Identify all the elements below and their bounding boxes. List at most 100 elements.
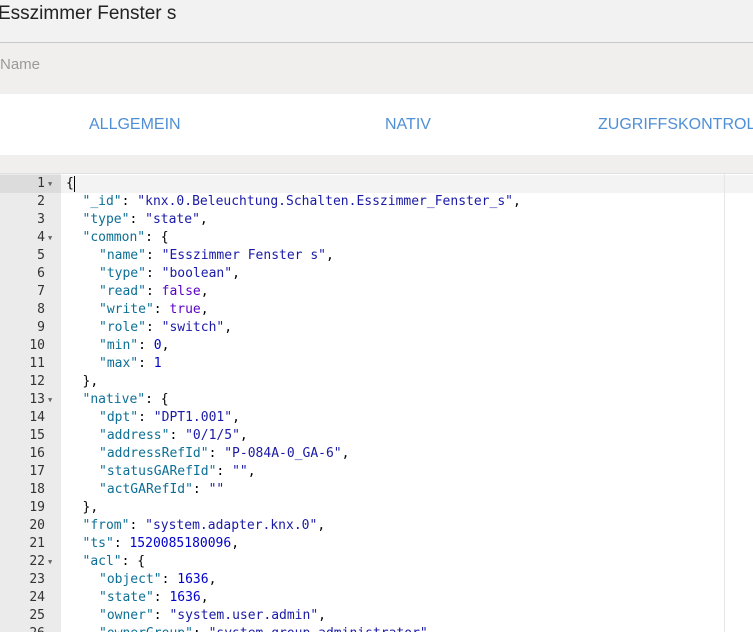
code-text: "addressRefId": "P-084A-0_GA-6", [99, 445, 349, 463]
code-line[interactable]: 22 ▼ "acl": { [0, 553, 753, 571]
code-line[interactable]: 18 "actGARefId": "" [0, 481, 753, 499]
code-token: : [145, 248, 162, 263]
code-token: , [512, 194, 521, 209]
code-token: : { [145, 230, 169, 245]
code-line[interactable]: 12}, [0, 373, 753, 391]
json-code-editor[interactable]: 1 ▼{2 "_id": "knx.0.Beleuchtung.Schalten.E… [0, 173, 753, 632]
code-token: "_id" [82, 194, 122, 209]
code-line[interactable]: 3 "type": "state", [0, 211, 753, 229]
line-number: 11 [29, 356, 45, 371]
tab-zugriffskontrolle[interactable]: ZUGRIFFSKONTROLLE [598, 116, 753, 134]
code-text: { [66, 175, 74, 193]
code-token: }, [82, 500, 99, 515]
code-token: "boolean" [161, 266, 233, 281]
code-line[interactable]: 13 ▼ "native": { [0, 391, 753, 409]
code-token: : [145, 266, 162, 281]
line-number: 5 [37, 248, 45, 263]
code-token: : { [121, 554, 146, 569]
code-line[interactable]: 10 "min": 0, [0, 337, 753, 355]
code-line[interactable]: 20 "from": "system.adapter.knx.0", [0, 517, 753, 535]
code-token: }, [82, 374, 99, 389]
code-token: : { [145, 392, 169, 407]
code-token: "switch" [161, 320, 225, 335]
code-text: "owner": "system.user.admin", [99, 607, 326, 625]
code-text: "min": 0, [99, 337, 169, 355]
text-cursor [74, 176, 75, 192]
line-number: 15 [29, 428, 45, 443]
line-number: 23 [29, 572, 45, 587]
line-number: 18 [29, 482, 45, 497]
code-line[interactable]: 17 "statusGARefId": "", [0, 463, 753, 481]
code-token: , [200, 590, 209, 605]
fold-toggle-icon[interactable]: ▼ [48, 229, 52, 247]
fold-toggle-icon[interactable]: ▼ [48, 391, 52, 409]
code-token: "acl" [82, 554, 122, 569]
line-number: 10 [29, 338, 45, 353]
line-number: 9 [37, 320, 45, 335]
code-line[interactable]: 5 "name": "Esszimmer Fenster s", [0, 247, 753, 265]
code-token: "min" [99, 338, 139, 353]
code-token: , [199, 212, 208, 227]
code-line[interactable]: 2 "_id": "knx.0.Beleuchtung.Schalten.Essz… [0, 193, 753, 211]
code-text: "from": "system.adapter.knx.0", [83, 517, 326, 535]
code-text: "role": "switch", [99, 319, 232, 337]
code-token: "addressRefId" [99, 446, 209, 461]
code-line[interactable]: 14 "dpt": "DPT1.001", [0, 409, 753, 427]
code-line[interactable]: 21 "ts": 1520085180096, [0, 535, 753, 553]
line-number: 22 [29, 554, 45, 569]
code-token: "P-084A-0_GA-6" [224, 446, 342, 461]
code-text: "ts": 1520085180096, [83, 535, 240, 553]
code-token: , [200, 284, 209, 299]
line-number: 7 [37, 284, 45, 299]
code-token: , [318, 608, 326, 623]
code-text: "type": "boolean", [99, 265, 240, 283]
code-line[interactable]: 16 "addressRefId": "P-084A-0_GA-6", [0, 445, 753, 463]
code-line[interactable]: 15 "address": "0/1/5", [0, 427, 753, 445]
code-token: "from" [82, 518, 130, 533]
code-token: "system.group.administrator" [209, 626, 428, 632]
code-line[interactable]: 6 "type": "boolean", [0, 265, 753, 283]
code-token: 1636 [169, 590, 201, 605]
code-token: "dpt" [99, 410, 139, 425]
code-token: : [129, 212, 146, 227]
code-token: , [231, 536, 240, 551]
code-line[interactable]: 7 "read": false, [0, 283, 753, 301]
code-lines: 1 ▼{2 "_id": "knx.0.Beleuchtung.Schalten.E… [0, 175, 753, 632]
code-line[interactable]: 11 "max": 1 [0, 355, 753, 373]
code-text: "address": "0/1/5", [99, 427, 248, 445]
line-number: 20 [29, 518, 45, 533]
code-line[interactable]: 24 "state": 1636, [0, 589, 753, 607]
tab-nativ[interactable]: NATIV [385, 116, 431, 134]
code-token: : [113, 536, 130, 551]
code-token: : [153, 590, 170, 605]
line-number: 4 [37, 230, 45, 245]
fold-toggle-icon[interactable]: ▼ [48, 175, 52, 193]
code-token: , [317, 518, 326, 533]
line-number: 17 [29, 464, 45, 479]
name-field-row[interactable]: Name [0, 43, 753, 93]
code-token: , [326, 248, 334, 263]
code-token: "object" [99, 572, 162, 587]
code-line[interactable]: 1 ▼ { [0, 175, 753, 193]
code-line[interactable]: 4 ▼ "common": { [0, 229, 753, 247]
code-text: "type": "state", [83, 211, 208, 229]
code-token: "type" [99, 266, 146, 281]
line-number: 8 [37, 302, 45, 317]
code-line[interactable]: 25 "owner": "system.user.admin", [0, 607, 753, 625]
code-line[interactable]: 8 "write": true, [0, 301, 753, 319]
tabs-bar: ALLGEMEIN NATIV ZUGRIFFSKONTROLLE [0, 94, 753, 155]
code-line[interactable]: 9 "role": "switch", [0, 319, 753, 337]
fold-toggle-icon[interactable]: ▼ [48, 553, 52, 571]
code-token: : [169, 428, 186, 443]
line-number: 6 [37, 266, 45, 281]
line-number: 3 [37, 212, 45, 227]
code-token: , [232, 410, 240, 425]
line-number: 25 [29, 608, 45, 623]
code-token: , [208, 572, 217, 587]
code-line[interactable]: 23 "object": 1636, [0, 571, 753, 589]
line-number: 2 [37, 194, 45, 209]
code-token: : [192, 482, 209, 497]
code-token: "" [208, 482, 225, 497]
code-line[interactable]: 19}, [0, 499, 753, 517]
tab-allgemein[interactable]: ALLGEMEIN [89, 116, 181, 134]
